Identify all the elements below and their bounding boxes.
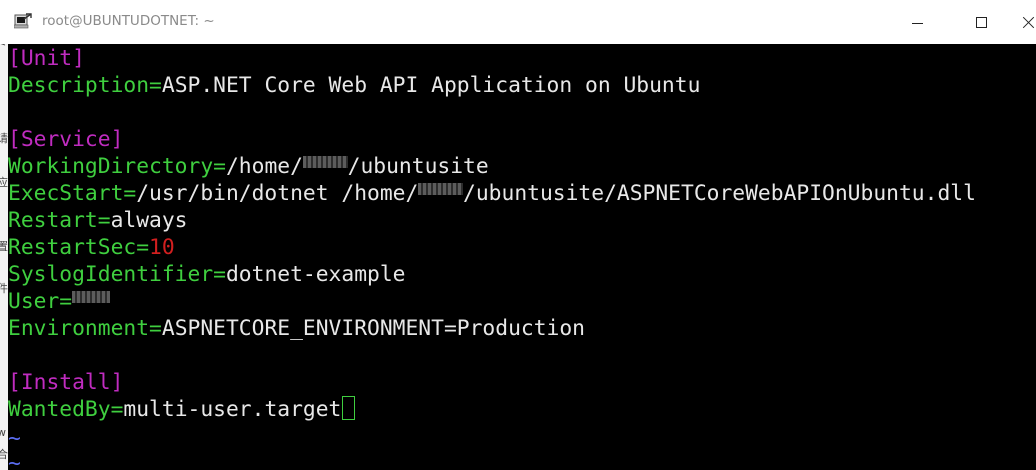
- title-bar[interactable]: root@UBUNTUDOTNET: ~: [0, 0, 1036, 44]
- user-line: User=: [8, 288, 111, 315]
- config-value: dotnet-example: [225, 262, 406, 287]
- config-key: WorkingDirectory=: [8, 154, 226, 179]
- background-window-edge: < 请 应 置 件 w 合: [0, 44, 8, 470]
- execstart-line: ExecStart=/usr/bin/dotnet /home/ /ubuntus…: [8, 180, 976, 207]
- edge-glyph: 合: [0, 448, 8, 461]
- edge-glyph: w: [0, 426, 6, 439]
- edge-glyph: <: [0, 44, 6, 49]
- unit-section-line: [Unit]: [8, 45, 85, 72]
- restartsec-line: RestartSec=10: [8, 234, 175, 261]
- config-key: RestartSec=: [8, 235, 150, 260]
- restart-line: Restart=always: [8, 207, 188, 234]
- terminal-window: root@UBUNTUDOTNET: ~ < 请 应 置 件 w 合 [Unit…: [0, 0, 1036, 470]
- install-section-line: [Install]: [8, 369, 123, 396]
- config-number-value: 10: [149, 235, 175, 260]
- config-key: ExecStart=: [8, 181, 137, 206]
- minimize-button[interactable]: [895, 0, 941, 44]
- config-key: Description=: [8, 73, 162, 98]
- config-key: Restart=: [8, 208, 111, 233]
- terminal-viewport[interactable]: [Unit] Description=ASP.NET Core Web API …: [8, 44, 1036, 470]
- putty-terminal-icon: [14, 13, 32, 29]
- redacted-username: [72, 290, 111, 303]
- text-cursor: [342, 396, 356, 420]
- redacted-username: [418, 182, 464, 195]
- config-key: SyslogIdentifier=: [8, 262, 226, 287]
- config-value: multi-user.target: [123, 397, 342, 422]
- environment-line: Environment=ASPNETCORE_ENVIRONMENT=Produ…: [8, 315, 585, 342]
- edge-glyph: 置: [0, 240, 8, 253]
- config-value-suffix: /ubuntusite: [347, 154, 489, 179]
- config-key: WantedBy=: [8, 397, 124, 422]
- config-value-prefix: /usr/bin/dotnet /home/: [136, 181, 419, 206]
- config-key: Environment=: [8, 316, 162, 341]
- wantedby-line: WantedBy=multi-user.target: [8, 396, 356, 423]
- service-section-line: [Service]: [8, 126, 123, 153]
- description-line: Description=ASP.NET Core Web API Applica…: [8, 72, 700, 99]
- maximize-button[interactable]: [958, 0, 1004, 44]
- edge-glyph: 件: [0, 282, 8, 295]
- empty-buffer-tilde: ~: [8, 451, 21, 470]
- config-value: ASP.NET Core Web API Application on Ubun…: [161, 73, 701, 98]
- edge-glyph: 应: [0, 176, 8, 189]
- edge-glyph: 请: [0, 132, 8, 145]
- config-value: always: [110, 208, 188, 233]
- window-title: root@UBUNTUDOTNET: ~: [42, 13, 215, 29]
- syslogidentifier-line: SyslogIdentifier=dotnet-example: [8, 261, 406, 288]
- redacted-username: [302, 155, 348, 168]
- config-key: User=: [8, 289, 73, 314]
- section-header: [Unit]: [8, 46, 85, 71]
- empty-buffer-tilde: ~: [8, 426, 21, 451]
- config-value-prefix: /home/: [225, 154, 303, 179]
- section-header: [Service]: [8, 127, 124, 152]
- config-value-suffix: /ubuntusite/ASPNETCoreWebAPIOnUbuntu.dll: [463, 181, 976, 206]
- workingdirectory-line: WorkingDirectory=/home/ /ubuntusite: [8, 153, 489, 180]
- config-value: ASPNETCORE_ENVIRONMENT=Production: [161, 316, 585, 341]
- close-button[interactable]: [1018, 0, 1036, 44]
- section-header: [Install]: [8, 370, 124, 395]
